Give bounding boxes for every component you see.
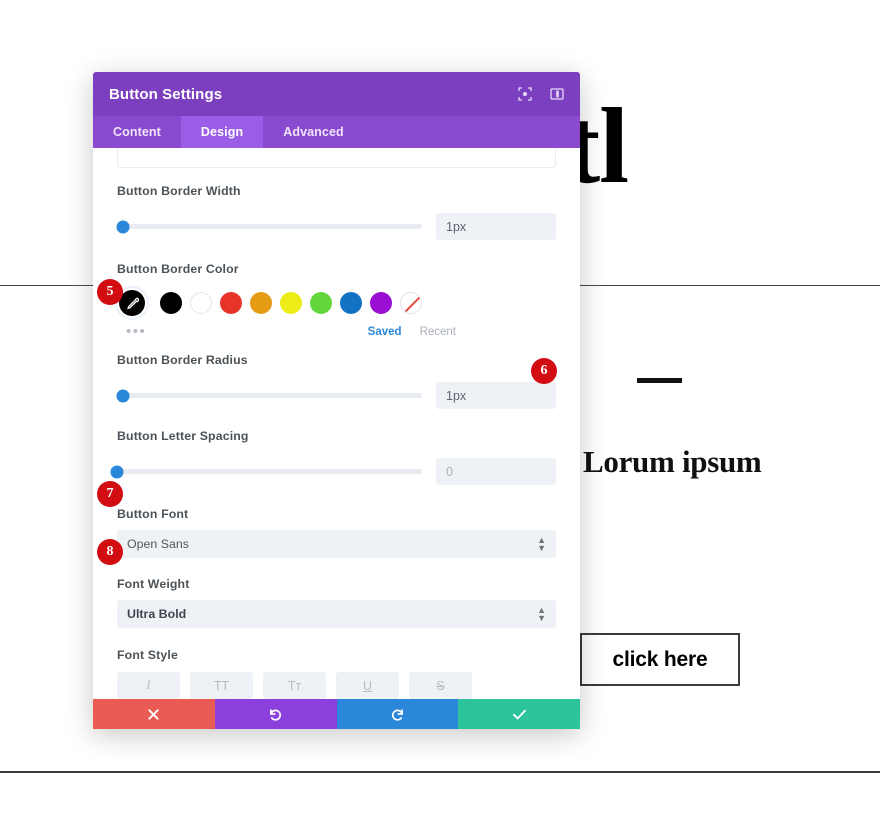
- annotation-badge-6: 6: [531, 358, 557, 384]
- button-border-radius-control: 1px: [116, 382, 556, 409]
- modal-tabs: Content Design Advanced: [93, 116, 580, 148]
- swatch-blue[interactable]: [340, 292, 362, 314]
- field-button-border-width: Button Border Width 1px: [116, 184, 556, 240]
- font-weight-label: Font Weight: [117, 577, 190, 591]
- slider-handle[interactable]: [116, 220, 130, 233]
- field-button-letter-spacing: Button Letter Spacing 0: [110, 429, 556, 485]
- button-letter-spacing-slider[interactable]: [110, 465, 422, 478]
- field-button-font: Button Font Open Sans ▲ ▼: [117, 507, 556, 558]
- button-border-radius-slider[interactable]: [116, 389, 422, 402]
- chevron-updown-icon: ▲ ▼: [537, 535, 546, 553]
- small-caps-button[interactable]: Tт: [263, 672, 326, 699]
- underline-button[interactable]: U: [336, 672, 399, 699]
- swatch-black[interactable]: [160, 292, 182, 314]
- button-letter-spacing-label: Button Letter Spacing: [117, 429, 249, 443]
- button-letter-spacing-control: 0: [110, 458, 556, 485]
- swatch-red[interactable]: [220, 292, 242, 314]
- border-radius-value[interactable]: 1px: [436, 382, 556, 409]
- screen: on Titl Lorum ipsum lor sit amet, consec…: [0, 0, 880, 813]
- swatch-green[interactable]: [310, 292, 332, 314]
- palette-subrow: ••• Saved Recent: [117, 324, 556, 339]
- modal-header-actions: [517, 87, 564, 102]
- strikethrough-button[interactable]: S: [409, 672, 472, 699]
- scrolled-off-field[interactable]: [117, 148, 556, 168]
- field-font-weight: Font Weight Ultra Bold ▲ ▼: [117, 577, 556, 628]
- more-colors-button[interactable]: •••: [126, 324, 146, 339]
- undo-button[interactable]: [214, 699, 337, 729]
- section-dash-ornament: [637, 378, 682, 383]
- font-style-label: Font Style: [117, 648, 178, 662]
- palette-tabs: Saved Recent: [368, 326, 556, 338]
- button-border-width-label: Button Border Width: [117, 184, 241, 198]
- tab-design[interactable]: Design: [180, 116, 264, 148]
- color-swatch-row: [117, 288, 556, 318]
- border-color-swatch[interactable]: [119, 290, 145, 316]
- button-font-select[interactable]: Open Sans ▲ ▼: [117, 530, 556, 558]
- palette-tab-recent[interactable]: Recent: [420, 326, 456, 338]
- fullscreen-icon[interactable]: [517, 87, 532, 102]
- modal-footer: [93, 699, 580, 729]
- eyedropper-icon: [126, 297, 139, 309]
- button-border-width-value[interactable]: 1px: [436, 213, 556, 240]
- button-letter-spacing-value[interactable]: 0: [436, 458, 556, 485]
- button-border-width-slider[interactable]: [116, 220, 422, 233]
- button-border-color-label: Button Border Color: [117, 262, 239, 276]
- field-button-border-color: Button Border Color ••• Saved Recent: [117, 262, 556, 339]
- button-settings-modal: Button Settings Content Design Advanced …: [93, 72, 580, 729]
- font-style-options: I TT Tт U S: [117, 672, 556, 699]
- horizontal-divider-bottom: [0, 771, 880, 773]
- swatch-orange[interactable]: [250, 292, 272, 314]
- swatch-white[interactable]: [190, 292, 212, 314]
- section-subtitle: Lorum ipsum: [583, 444, 762, 479]
- palette-tab-saved[interactable]: Saved: [368, 326, 402, 338]
- redo-button[interactable]: [336, 699, 459, 729]
- modal-body: Button Border Width 1px Button Border Co…: [93, 148, 580, 699]
- button-border-width-control: 1px: [116, 213, 556, 240]
- field-button-border-radius: Button Border Radius 1px: [116, 353, 556, 409]
- uppercase-button[interactable]: TT: [190, 672, 253, 699]
- swatch-yellow[interactable]: [280, 292, 302, 314]
- close-icon: [148, 708, 160, 720]
- italic-button[interactable]: I: [117, 672, 180, 699]
- cancel-button[interactable]: [93, 699, 215, 729]
- annotation-badge-8: 8: [97, 539, 123, 565]
- annotation-badge-5: 5: [97, 279, 123, 305]
- slider-handle[interactable]: [110, 465, 124, 478]
- swatch-purple[interactable]: [370, 292, 392, 314]
- modal-title: Button Settings: [109, 85, 223, 103]
- button-font-value: Open Sans: [127, 537, 189, 551]
- tab-advanced[interactable]: Advanced: [263, 116, 364, 148]
- check-icon: [512, 709, 526, 719]
- click-here-button[interactable]: click here: [580, 633, 740, 686]
- font-weight-value: Ultra Bold: [127, 607, 187, 621]
- chevron-updown-icon: ▲ ▼: [537, 605, 546, 623]
- save-button[interactable]: [458, 699, 580, 729]
- tab-content[interactable]: Content: [93, 116, 181, 148]
- button-border-radius-label: Button Border Radius: [117, 353, 248, 367]
- slider-handle[interactable]: [116, 389, 130, 402]
- undo-icon: [270, 708, 282, 721]
- swatch-transparent[interactable]: [400, 292, 422, 314]
- annotation-badge-7: 7: [97, 481, 123, 507]
- split-view-icon[interactable]: [549, 87, 564, 102]
- redo-icon: [391, 708, 403, 721]
- modal-header: Button Settings: [93, 72, 580, 116]
- button-font-label: Button Font: [117, 507, 189, 521]
- field-font-style: Font Style I TT Tт U S: [117, 648, 556, 699]
- font-weight-select[interactable]: Ultra Bold ▲ ▼: [117, 600, 556, 628]
